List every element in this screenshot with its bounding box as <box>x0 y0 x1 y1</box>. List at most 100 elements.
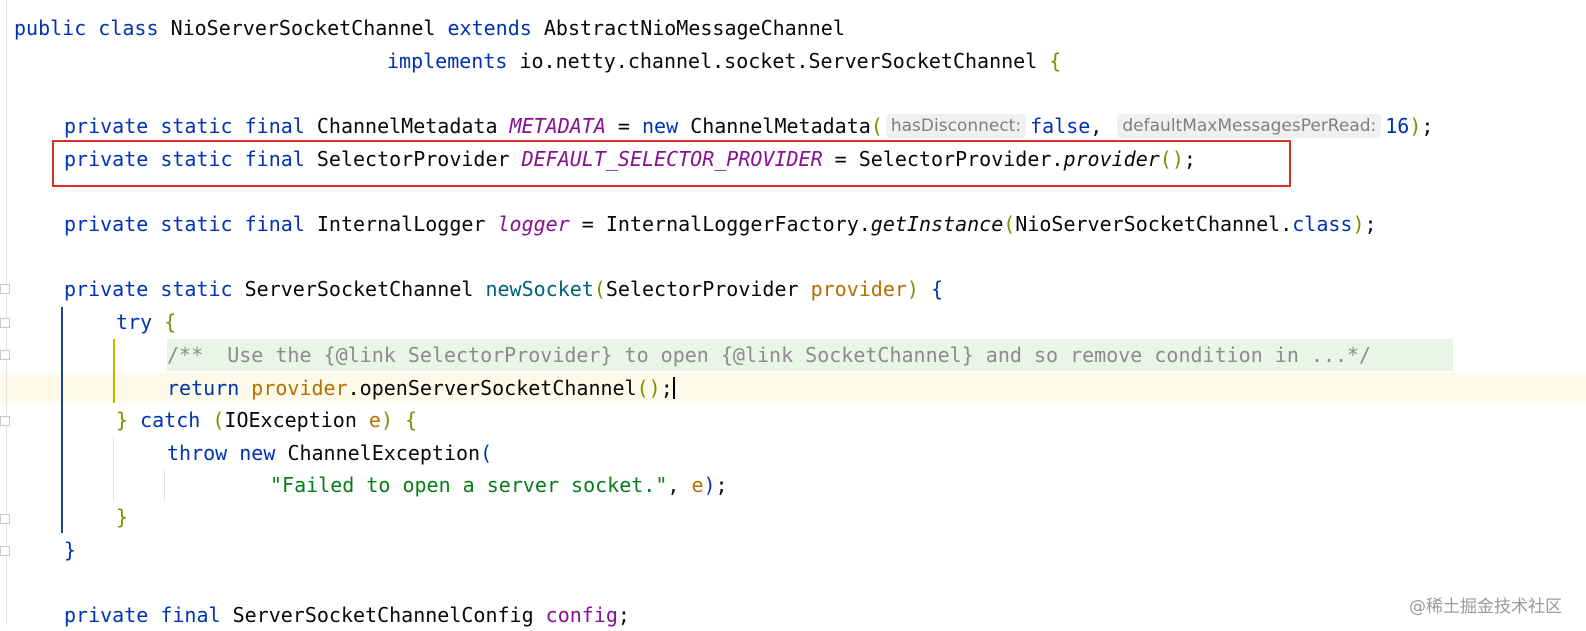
indent-guide <box>113 339 115 403</box>
code-line-9: return provider.openServerSocketChannel(… <box>167 372 675 404</box>
token: { <box>405 408 418 432</box>
token: class <box>1292 212 1353 236</box>
constant-name: METADATA <box>509 114 606 138</box>
token: ; <box>715 473 728 497</box>
token: ) <box>906 277 919 301</box>
token: throw <box>167 441 228 465</box>
constructor-name: ChannelMetadata <box>690 114 871 138</box>
token: () <box>636 376 661 400</box>
class-ref: ChannelException <box>287 441 481 465</box>
fold-marker-icon[interactable] <box>0 546 10 556</box>
token: ; <box>1364 212 1377 236</box>
code-line-2: implements io.netty.channel.socket.Serve… <box>387 45 1061 77</box>
string-literal: "Failed to open a server socket." <box>270 473 668 497</box>
parameter-hint: hasDisconnect: <box>885 114 1027 138</box>
indent-guide <box>164 469 165 501</box>
token: catch <box>140 408 201 432</box>
fold-marker-icon[interactable] <box>0 284 10 294</box>
code-line-15: private final ServerSocketChannelConfig … <box>64 599 630 631</box>
token: { <box>1049 49 1062 73</box>
code-line-12: "Failed to open a server socket.", e); <box>270 469 728 501</box>
token: new <box>642 114 679 138</box>
type-name: SelectorProvider <box>605 277 799 301</box>
code-line-11: throw new ChannelException( <box>167 437 492 469</box>
fold-marker-icon[interactable] <box>0 416 10 426</box>
token: ( <box>212 408 225 432</box>
token: ) <box>1409 114 1422 138</box>
token: try <box>116 310 153 334</box>
token: = <box>581 212 594 236</box>
gutter-divider <box>6 0 7 625</box>
token: private static <box>64 277 233 301</box>
interface-name: io.netty.channel.socket.ServerSocketChan… <box>519 49 1038 73</box>
token: ( <box>593 277 606 301</box>
token: } <box>116 408 129 432</box>
expand-fold-icon[interactable] <box>0 350 10 360</box>
token: ) <box>380 408 393 432</box>
field-name: config <box>545 603 618 627</box>
code-line-3: private static final ChannelMetadata MET… <box>64 110 1433 142</box>
token: private static final <box>64 212 305 236</box>
token: ( <box>1003 212 1016 236</box>
class-name: NioServerSocketChannel <box>170 16 436 40</box>
token: new <box>239 441 276 465</box>
code-line-1: public class NioServerSocketChannel exte… <box>14 12 845 44</box>
token: private static final <box>64 114 305 138</box>
type-name: InternalLogger <box>316 212 486 236</box>
token: false <box>1030 114 1091 138</box>
fold-marker-icon[interactable] <box>0 514 10 524</box>
token: ( <box>870 114 883 138</box>
token: implements <box>387 49 508 73</box>
code-line-14: } <box>64 534 76 566</box>
type-name: IOException <box>224 408 357 432</box>
token: ; <box>617 603 630 627</box>
token: ; <box>660 376 673 400</box>
code-line-6: private static ServerSocketChannel newSo… <box>64 273 943 305</box>
code-line-10: } catch (IOException e) { <box>116 404 417 436</box>
class-ref: InternalLoggerFactory. <box>605 212 871 236</box>
type-name: ChannelMetadata <box>316 114 498 138</box>
class-ref: NioServerSocketChannel. <box>1015 212 1293 236</box>
type-name: ServerSocketChannelConfig <box>232 603 534 627</box>
method-name: newSocket <box>485 277 594 301</box>
token: { <box>931 277 944 301</box>
indent-guide <box>113 437 114 501</box>
token: = <box>617 114 630 138</box>
token: return <box>167 376 240 400</box>
fold-marker-icon[interactable] <box>0 318 10 328</box>
token: } <box>116 505 129 529</box>
token: , <box>667 473 680 497</box>
watermark: @稀土掘金技术社区 <box>1409 597 1562 617</box>
token: } <box>64 538 77 562</box>
token: class <box>98 16 159 40</box>
parameter-name: e <box>691 473 704 497</box>
red-highlight-box <box>52 140 1291 187</box>
parameter-name: e <box>368 408 381 432</box>
text-caret <box>672 377 675 399</box>
field-name: logger <box>497 212 570 236</box>
token: 16 <box>1385 114 1410 138</box>
token: ( <box>480 441 493 465</box>
token: { <box>164 310 177 334</box>
code-line-8: /** Use the {@link SelectorProvider} to … <box>167 339 1371 371</box>
parameter-name: provider <box>251 376 348 400</box>
token: private final <box>64 603 221 627</box>
code-line-7: try { <box>116 306 176 338</box>
token: public <box>14 16 87 40</box>
code-line-13: } <box>116 501 128 533</box>
parent-class: AbstractNioMessageChannel <box>543 16 845 40</box>
token: ) <box>1352 212 1365 236</box>
parameter-hint: defaultMaxMessagesPerRead: <box>1117 114 1382 138</box>
token: ; <box>1421 114 1434 138</box>
folded-comment[interactable]: /** Use the {@link SelectorProvider} to … <box>167 343 1371 367</box>
token: extends <box>447 16 532 40</box>
parameter-name: provider <box>810 277 907 301</box>
type-name: ServerSocketChannel <box>244 277 474 301</box>
indent-guide <box>61 307 63 533</box>
code-editor[interactable]: public class NioServerSocketChannel exte… <box>0 0 1586 627</box>
code-line-5: private static final InternalLogger logg… <box>64 208 1377 240</box>
method-call: getInstance <box>870 212 1004 236</box>
token: , <box>1090 114 1103 138</box>
token: ) <box>703 473 716 497</box>
method-call: .openServerSocketChannel <box>347 376 637 400</box>
